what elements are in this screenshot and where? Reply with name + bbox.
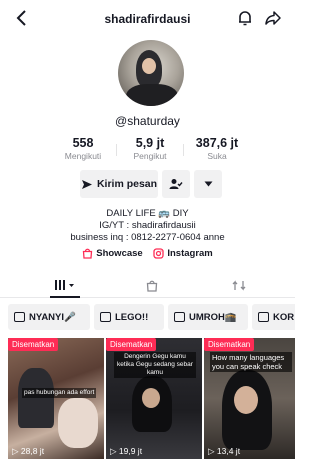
pinned-badge: Disematkan xyxy=(204,338,255,351)
playlist-chip[interactable]: NYANYI🎤 xyxy=(8,304,90,330)
bio-line: IG/YT : shadirafirdausii xyxy=(99,220,196,231)
view-count: ▷ 13,4 jt xyxy=(208,446,240,457)
stat-followers[interactable]: 5,9 jt Pengikut xyxy=(117,136,183,161)
showcase-label: Showcase xyxy=(96,248,143,259)
profile-links: Showcase Instagram xyxy=(0,248,295,262)
stat-likes-label: Suka xyxy=(207,151,227,161)
playlist-icon xyxy=(174,312,185,322)
avatar[interactable] xyxy=(118,40,184,106)
playlist-label: UMROH🕋 xyxy=(189,311,237,323)
tab-reposts[interactable] xyxy=(219,272,259,298)
send-message-button[interactable]: Kirim pesan xyxy=(80,170,158,198)
video-thumbnail[interactable]: Disematkan Dengerin Gegu kamu ketika Geg… xyxy=(106,338,202,459)
stat-following-label: Mengikuti xyxy=(64,151,102,161)
playlist-row: NYANYI🎤 LEGO!! UMROH🕋 KOR xyxy=(0,304,295,330)
pinned-badge: Disematkan xyxy=(8,338,59,351)
video-caption: Dengerin Gegu kamu ketika Gegu sedang se… xyxy=(114,352,196,378)
profile-bio: DAILY LIFE 🚌 DIY IG/YT : shadirafirdausi… xyxy=(0,208,295,244)
bio-line: business inq : 0812-2277-0604 anne xyxy=(70,232,225,243)
lock-bag-icon xyxy=(146,280,158,292)
stat-likes[interactable]: 387,6 jt Suka xyxy=(184,136,250,161)
video-caption: pas hubungan ada effort xyxy=(22,388,97,398)
profile-handle: @shaturday xyxy=(115,114,180,128)
profile-stats: 558 Mengikuti 5,9 jt Pengikut 387,6 jt S… xyxy=(50,136,250,166)
view-count: ▷ 19,9 jt xyxy=(110,446,142,457)
stat-followers-label: Pengikut xyxy=(133,151,167,161)
content-tabs xyxy=(0,272,295,298)
caret-down-icon xyxy=(204,181,212,187)
bio-line: DAILY LIFE 🚌 DIY xyxy=(106,208,189,219)
video-thumbnail[interactable]: Disematkan How many languages you can sp… xyxy=(204,338,295,459)
playlist-chip[interactable]: UMROH🕋 xyxy=(168,304,248,330)
view-count-text: 19,9 jt xyxy=(118,446,143,456)
video-thumbnail[interactable]: Disematkan pas hubungan ada effort ▷ 28,… xyxy=(8,338,104,459)
view-count-text: 13,4 jt xyxy=(216,446,241,456)
stat-following-value: 558 xyxy=(72,136,94,150)
playlist-chip[interactable]: LEGO!! xyxy=(94,304,164,330)
view-count: ▷ 28,8 jt xyxy=(12,446,44,457)
video-caption: How many languages you can speak check xyxy=(210,352,292,372)
shop-icon xyxy=(83,248,93,259)
follow-status-button[interactable] xyxy=(162,170,190,198)
view-count-text: 28,8 jt xyxy=(20,446,45,456)
play-icon: ▷ xyxy=(12,446,21,456)
playlist-label: LEGO!! xyxy=(115,311,149,323)
instagram-icon xyxy=(153,248,164,259)
bell-icon[interactable] xyxy=(236,9,254,27)
playlist-icon xyxy=(14,312,25,322)
pinned-badge: Disematkan xyxy=(106,338,157,351)
instagram-link[interactable]: Instagram xyxy=(153,248,213,259)
active-tab-indicator xyxy=(50,296,80,298)
playlist-icon xyxy=(100,312,111,322)
instagram-label: Instagram xyxy=(167,248,213,259)
showcase-link[interactable]: Showcase xyxy=(82,248,143,259)
share-icon[interactable] xyxy=(264,9,282,27)
stat-followers-value: 5,9 jt xyxy=(135,136,165,150)
stat-likes-value: 387,6 jt xyxy=(195,136,239,150)
play-icon: ▷ xyxy=(110,446,119,456)
tab-private[interactable] xyxy=(132,272,172,298)
more-options-button[interactable] xyxy=(194,170,222,198)
send-message-label: Kirim pesan xyxy=(96,178,158,190)
send-icon xyxy=(81,179,92,189)
playlist-icon xyxy=(258,312,269,322)
repost-icon xyxy=(232,279,246,291)
play-icon: ▷ xyxy=(208,446,217,456)
grid-icon xyxy=(55,280,74,290)
top-bar: shadirafirdausi xyxy=(0,0,295,36)
tab-videos[interactable] xyxy=(45,272,85,298)
playlist-label: KOR xyxy=(273,311,295,323)
stat-following[interactable]: 558 Mengikuti xyxy=(50,136,116,161)
video-grid: Disematkan pas hubungan ada effort ▷ 28,… xyxy=(8,338,295,459)
playlist-chip[interactable]: KOR xyxy=(252,304,295,330)
user-check-icon xyxy=(169,179,183,189)
playlist-label: NYANYI🎤 xyxy=(29,311,76,323)
